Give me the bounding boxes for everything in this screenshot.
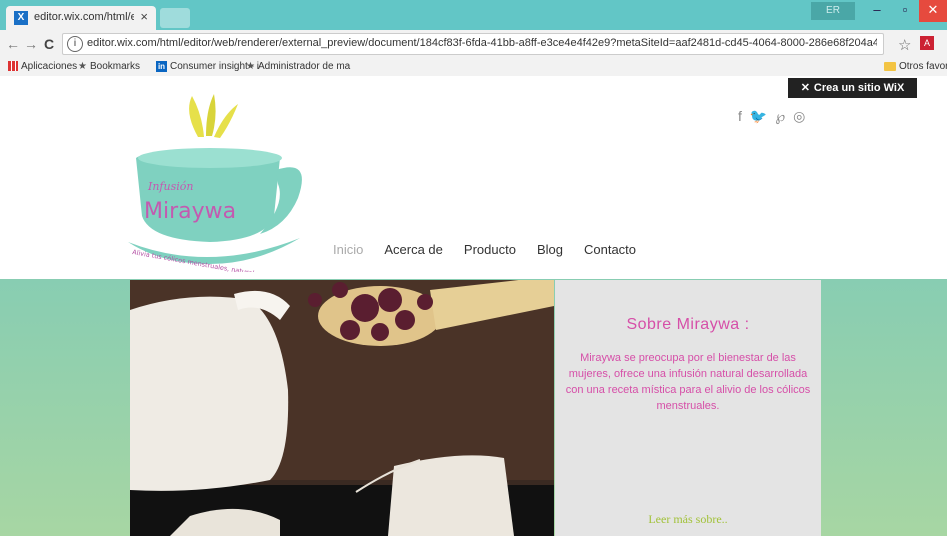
about-title: Sobre Miraywa : <box>626 316 750 333</box>
bookmark-star-icon[interactable]: ☆ <box>898 36 911 54</box>
bookmark-consumer-insight[interactable]: in Consumer insight - i <box>156 61 259 72</box>
maximize-button[interactable]: ▫ <box>891 0 919 22</box>
close-tab-icon[interactable]: × <box>140 9 148 24</box>
wix-favicon-icon: X <box>14 11 28 25</box>
tea-bags-photo <box>130 280 554 536</box>
bookmark-apps[interactable]: Aplicaciones <box>8 61 77 72</box>
read-more-link[interactable]: Leer más sobre.. <box>555 512 821 527</box>
site-nav: Inicio Acerca de Producto Blog Contacto <box>333 242 636 257</box>
nav-contacto[interactable]: Contacto <box>584 242 636 257</box>
bookmark-administrador[interactable]: ★ Administrador de ma <box>246 61 350 72</box>
bookmark-label: Bookmarks <box>89 61 140 73</box>
tab-title: editor.wix.com/html/edi <box>34 11 134 23</box>
minimize-button[interactable]: – <box>863 0 891 22</box>
bookmark-label: Administrador de ma <box>257 61 351 73</box>
back-icon[interactable]: ← <box>6 36 20 52</box>
user-badge[interactable]: ER <box>811 2 855 20</box>
pinterest-icon[interactable]: ℘ <box>775 108 785 125</box>
apps-icon <box>8 61 18 72</box>
browser-tab[interactable]: X editor.wix.com/html/edi × <box>6 6 156 30</box>
bookmark-bookmarks[interactable]: ★ Bookmarks <box>78 61 140 72</box>
instagram-icon[interactable]: ◎ <box>793 108 805 125</box>
about-panel: Sobre Miraywa : Miraywa se preocupa por … <box>555 280 821 536</box>
browser-titlebar: X editor.wix.com/html/edi × ER – ▫ ✕ <box>0 0 947 30</box>
nav-acerca-de[interactable]: Acerca de <box>384 242 443 257</box>
social-links: f 🐦 ℘ ◎ <box>738 108 805 125</box>
folder-icon <box>884 61 896 71</box>
bookmark-other[interactable]: Otros favorito <box>884 61 947 72</box>
about-body: Miraywa se preocupa por el bienestar de … <box>565 352 811 412</box>
bookmarks-bar: Aplicaciones ★ Bookmarks in Consumer insig… <box>0 58 947 76</box>
miraywa-logo[interactable]: Infusión Miraywa Alivia tus cólicos mens… <box>126 92 306 272</box>
nav-blog[interactable]: Blog <box>537 242 563 257</box>
bookmark-label: Aplicaciones <box>21 61 78 72</box>
reload-icon[interactable]: C <box>44 36 54 52</box>
logo-tagline: Alivia tus cólicos menstruales, naturalm… <box>132 248 276 272</box>
wix-create-site-banner[interactable]: ✕ Crea un sitio WiX <box>788 78 917 98</box>
address-bar[interactable]: i editor.wix.com/html/editor/web/rendere… <box>62 33 884 55</box>
wix-banner-label: Crea un sitio WiX <box>813 82 905 94</box>
nav-producto[interactable]: Producto <box>464 242 516 257</box>
forward-icon[interactable]: → <box>24 36 38 52</box>
url-text[interactable]: editor.wix.com/html/editor/web/renderer/… <box>87 37 877 49</box>
facebook-icon[interactable]: f <box>738 108 742 125</box>
star-icon: ★ <box>78 61 87 72</box>
window-controls: ER – ▫ ✕ <box>811 0 947 22</box>
info-icon[interactable]: i <box>67 36 83 52</box>
bookmark-label: Otros favorito <box>899 61 947 72</box>
close-window-button[interactable]: ✕ <box>919 0 947 22</box>
pdf-extension-icon[interactable]: A <box>920 36 934 50</box>
new-tab-button[interactable] <box>160 8 190 28</box>
logo-line1: Infusión <box>147 180 193 193</box>
nav-inicio[interactable]: Inicio <box>333 242 363 257</box>
twitter-icon[interactable]: 🐦 <box>750 108 767 125</box>
wix-logo-icon: ✕ <box>800 82 810 94</box>
star-icon: ★ <box>246 61 255 72</box>
linkedin-icon: in <box>156 61 167 72</box>
logo-line2: Miraywa <box>144 199 236 224</box>
browser-toolbar: ← → C i editor.wix.com/html/editor/web/r… <box>0 30 947 59</box>
